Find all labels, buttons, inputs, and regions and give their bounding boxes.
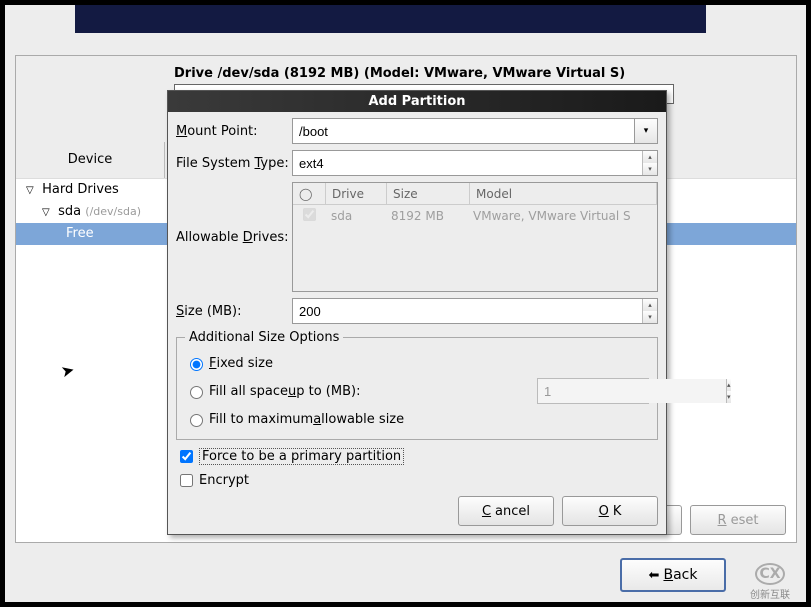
column-header-device: Device [16,142,165,179]
cell-model: VMware, VMware Virtual S [467,205,657,227]
add-partition-dialog: Add Partition Mount Point: ▾ File System… [167,90,667,535]
fs-type-row: File System Type: ▴▾ [176,150,658,176]
fill-upto-input [538,379,726,403]
tree-label: Free [66,226,94,241]
primary-partition-row[interactable]: Force to be a primary partition [176,444,658,468]
size-spinner[interactable]: ▴▾ [292,298,658,324]
fill-max-radio-row[interactable]: Fill to maximum allowable size [185,405,649,433]
watermark-text: 创新互联 [750,586,790,601]
mount-point-combo[interactable]: ▾ [292,118,658,144]
fs-type-input[interactable] [293,151,642,175]
chevron-down-icon[interactable]: ▾ [634,119,657,143]
allowable-drives-label: Allowable Drives: [176,230,292,245]
tree-path: (/dev/sda) [85,205,141,218]
fs-type-label: File System Type: [176,156,292,171]
addl-legend: Additional Size Options [185,330,343,345]
primary-partition-checkbox[interactable] [180,450,193,463]
disclosure-triangle-icon[interactable]: ▽ [26,180,38,202]
back-button[interactable]: ⬅ Back [620,558,726,592]
mount-point-input[interactable] [293,119,634,143]
drive-row-checkbox[interactable] [303,208,316,221]
dialog-body: Mount Point: ▾ File System Type: ▴▾ [168,112,666,534]
app-window: Drive /dev/sda (8192 MB) (Model: VMware,… [4,4,807,603]
dialog-buttons: Cancel OK [176,492,658,526]
fixed-size-radio[interactable] [190,358,203,371]
cancel-button[interactable]: Cancel [458,496,554,526]
mount-point-row: Mount Point: ▾ [176,118,658,144]
drives-table-header: ◯ Drive Size Model [293,183,657,205]
drive-summary: Drive /dev/sda (8192 MB) (Model: VMware,… [174,66,625,81]
disclosure-triangle-icon[interactable]: ▽ [42,202,54,224]
col-drive: Drive [326,183,387,205]
tree-label: sda [58,204,81,219]
arrow-left-icon: ⬅ [649,568,660,583]
dialog-title: Add Partition [168,91,666,112]
encrypt-checkbox[interactable] [180,474,193,487]
drives-table-row[interactable]: sda 8192 MB VMware, VMware Virtual S [293,205,657,227]
back-button-wrap: ⬅ Back [620,558,726,592]
cell-size: 8192 MB [385,205,467,227]
ok-button[interactable]: OK [562,496,658,526]
cell-drive: sda [325,205,385,227]
spinner-arrows-icon[interactable]: ▴▾ [642,299,657,323]
size-row: Size (MB): ▴▾ [176,298,658,324]
fixed-size-radio-row[interactable]: Fixed size [185,349,649,377]
fill-upto-spinner: ▴▾ [537,378,649,404]
tree-label: Hard Drives [42,182,119,197]
fs-type-combo[interactable]: ▴▾ [292,150,658,176]
watermark: CX 创新互联 [735,563,805,601]
col-size: Size [387,183,470,205]
size-label: Size (MB): [176,304,292,319]
button-label: eset [731,513,759,528]
fill-upto-radio[interactable] [190,386,203,399]
button-ul: R [718,513,727,528]
col-checkbox: ◯ [293,183,326,205]
allowable-drives-row: Allowable Drives: ◯ Drive Size Model sda… [176,182,658,292]
size-input[interactable] [293,299,642,323]
mount-point-label: Mount Point: [176,124,292,139]
spinner-arrows-icon: ▴▾ [726,379,731,403]
combo-arrows-icon[interactable]: ▴▾ [642,151,657,175]
watermark-logo-icon: CX [755,563,785,585]
window-titlebar [75,5,706,33]
encrypt-row[interactable]: Encrypt [176,468,658,492]
fill-max-radio[interactable] [190,414,203,427]
col-model: Model [470,183,657,205]
allowable-drives-table[interactable]: ◯ Drive Size Model sda 8192 MB VMware, V… [292,182,658,292]
additional-size-options: Additional Size Options Fixed size Fill … [176,330,658,440]
encrypt-label: Encrypt [199,473,249,488]
primary-partition-label: Force to be a primary partition [199,448,404,465]
fill-upto-radio-row[interactable]: Fill all space up to (MB): ▴▾ [185,377,649,405]
reset-button[interactable]: Reset [690,505,786,535]
